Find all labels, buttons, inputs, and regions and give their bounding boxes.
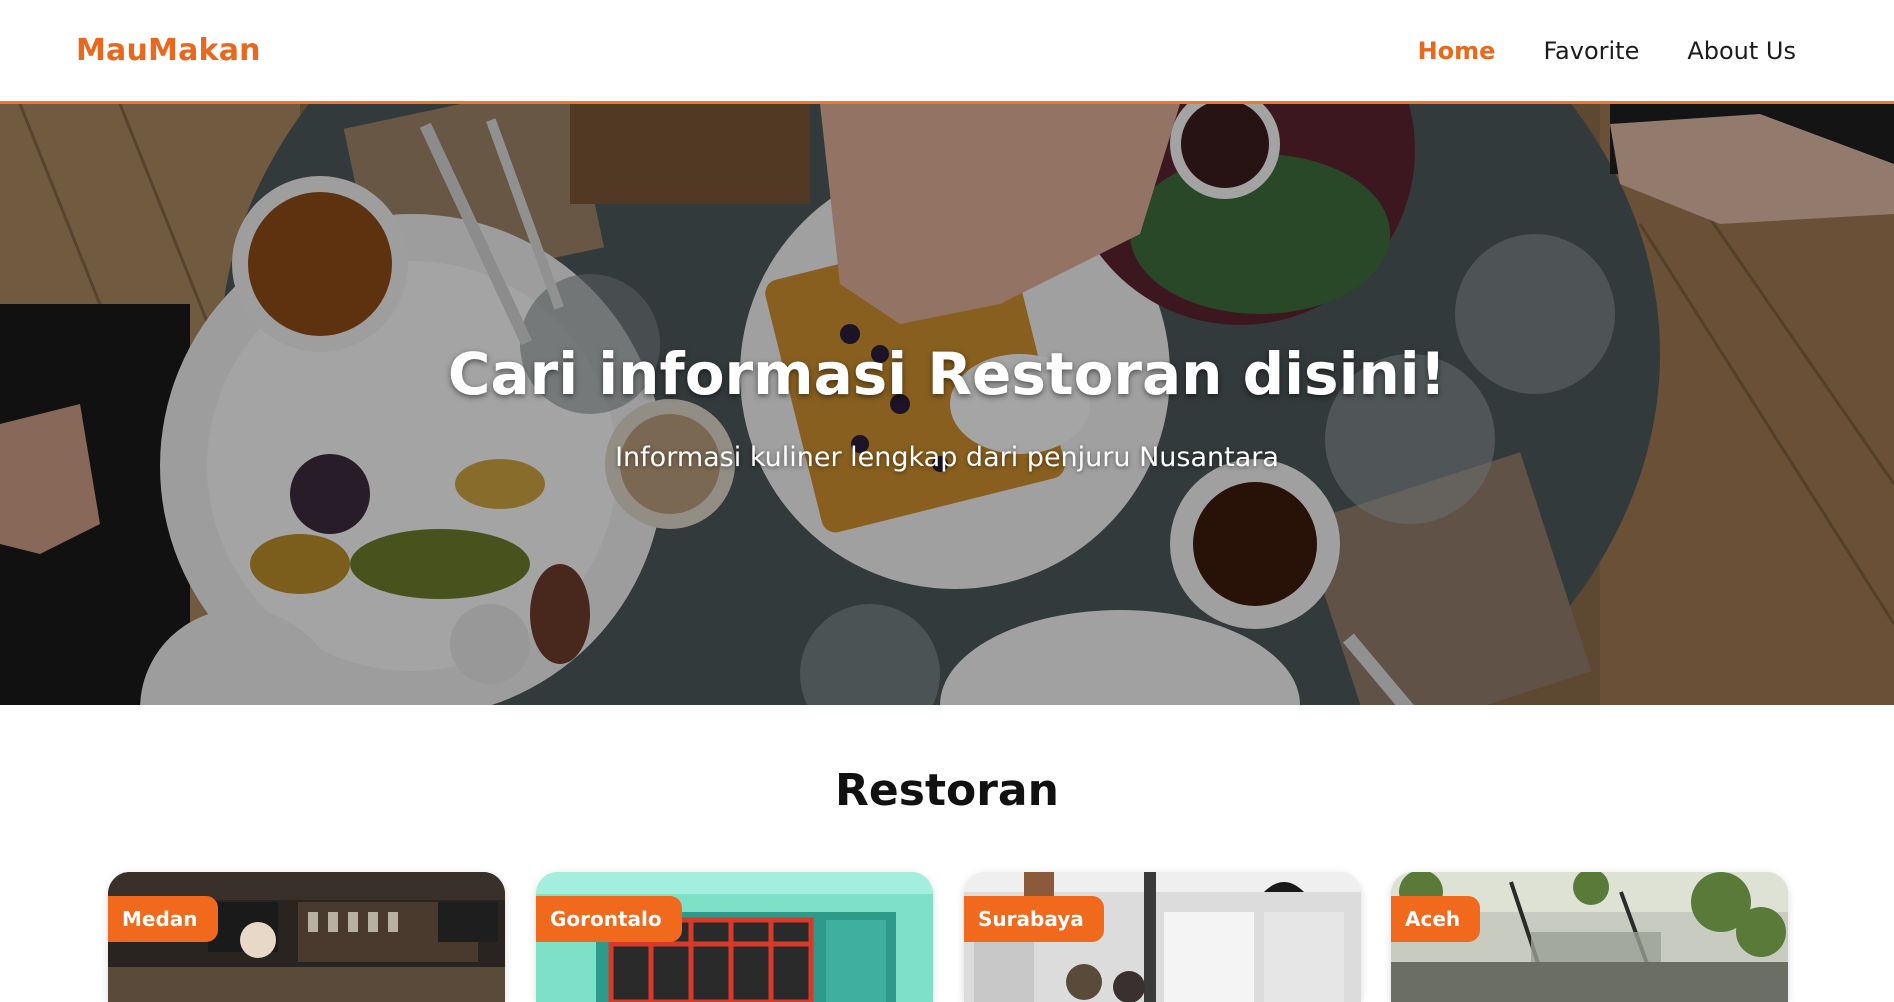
restaurant-card[interactable]: Gorontalo bbox=[536, 872, 933, 1002]
nav-link-about-us[interactable]: About Us bbox=[1687, 37, 1796, 65]
city-badge: Gorontalo bbox=[536, 896, 682, 942]
restaurant-card[interactable]: Surabaya bbox=[964, 872, 1361, 1002]
nav-link-favorite[interactable]: Favorite bbox=[1543, 37, 1639, 65]
hero-title: Cari informasi Restoran disini! bbox=[447, 340, 1447, 408]
restaurant-card[interactable]: Aceh bbox=[1391, 872, 1788, 1002]
city-badge: Surabaya bbox=[964, 896, 1104, 942]
city-badge: Aceh bbox=[1391, 896, 1481, 942]
section-title-restoran: Restoran bbox=[835, 765, 1059, 816]
hero-section: Cari informasi Restoran disini! Informas… bbox=[0, 104, 1894, 705]
navbar: MauMakan Home Favorite About Us bbox=[0, 0, 1894, 104]
hero-subtitle: Informasi kuliner lengkap dari penjuru N… bbox=[615, 442, 1279, 473]
city-badge: Medan bbox=[108, 896, 218, 942]
restaurant-card[interactable]: Medan bbox=[108, 872, 505, 1002]
restaurant-card-list: Medan Gorontalo Surabaya Aceh bbox=[108, 872, 1788, 1002]
brand-logo[interactable]: MauMakan bbox=[76, 33, 261, 68]
nav-link-home[interactable]: Home bbox=[1418, 37, 1496, 65]
nav-links: Home Favorite About Us bbox=[1418, 37, 1796, 65]
